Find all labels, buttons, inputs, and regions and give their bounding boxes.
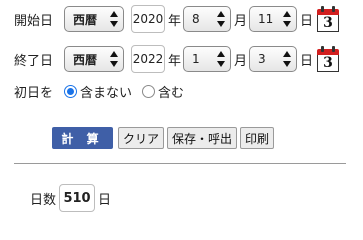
result-label: 日数 bbox=[30, 192, 57, 208]
select-arrows-icon bbox=[283, 51, 292, 67]
divider bbox=[14, 163, 346, 164]
radio-include-label: 含む bbox=[158, 85, 185, 101]
start-year-input[interactable]: 2020 bbox=[131, 5, 165, 33]
result-unit: 日 bbox=[98, 192, 112, 208]
start-day-select[interactable]: 11 bbox=[249, 6, 298, 32]
first-day-row: 初日を 含まない 含む bbox=[14, 80, 194, 102]
end-date-row: 終了日 西暦 2022 年 1 月 3 日 3 bbox=[14, 45, 340, 73]
end-era-select[interactable]: 西暦 bbox=[64, 46, 124, 72]
radio-exclude-first-day[interactable]: 含まない bbox=[64, 82, 132, 101]
start-day-unit: 日 bbox=[300, 13, 314, 29]
end-year-input[interactable]: 2022 bbox=[131, 45, 165, 73]
action-buttons: 計 算 クリア 保存・呼出 印刷 bbox=[52, 127, 277, 149]
select-arrows-icon bbox=[217, 11, 226, 27]
start-date-row: 開始日 西暦 2020 年 8 月 11 日 3 bbox=[14, 5, 340, 33]
end-month-select[interactable]: 1 bbox=[183, 46, 232, 72]
start-day-value: 11 bbox=[258, 12, 274, 26]
calculate-button[interactable]: 計 算 bbox=[52, 127, 113, 149]
start-month-unit: 月 bbox=[234, 13, 248, 29]
result-value-field: 510 bbox=[59, 184, 96, 212]
start-month-value: 8 bbox=[192, 12, 200, 26]
select-arrows-icon bbox=[217, 51, 226, 67]
result-row: 日数 510 日 bbox=[30, 184, 111, 212]
end-day-value: 3 bbox=[258, 52, 266, 66]
end-era-value: 西暦 bbox=[73, 52, 98, 67]
save-load-button[interactable]: 保存・呼出 bbox=[167, 127, 238, 149]
start-calendar-icon[interactable]: 3 bbox=[317, 6, 340, 32]
end-year-unit: 年 bbox=[168, 53, 182, 69]
start-date-label: 開始日 bbox=[14, 13, 54, 29]
end-day-select[interactable]: 3 bbox=[249, 46, 298, 72]
radio-unselected-icon[interactable] bbox=[142, 84, 156, 98]
end-date-label: 終了日 bbox=[14, 53, 54, 69]
print-button[interactable]: 印刷 bbox=[240, 127, 275, 149]
end-day-unit: 日 bbox=[300, 53, 314, 69]
start-era-select[interactable]: 西暦 bbox=[64, 6, 124, 32]
clear-button[interactable]: クリア bbox=[118, 127, 165, 149]
end-month-unit: 月 bbox=[234, 53, 248, 69]
start-year-unit: 年 bbox=[168, 13, 182, 29]
radio-exclude-label: 含まない bbox=[80, 85, 133, 101]
start-month-select[interactable]: 8 bbox=[183, 6, 232, 32]
radio-include-first-day[interactable]: 含む bbox=[142, 82, 184, 101]
radio-selected-icon[interactable] bbox=[64, 84, 77, 98]
end-month-value: 1 bbox=[192, 52, 200, 66]
first-day-label: 初日を bbox=[14, 85, 54, 101]
end-calendar-icon[interactable]: 3 bbox=[317, 46, 340, 72]
select-arrows-icon bbox=[110, 51, 118, 67]
select-arrows-icon bbox=[283, 11, 292, 27]
start-era-value: 西暦 bbox=[73, 12, 98, 27]
select-arrows-icon bbox=[110, 11, 118, 27]
